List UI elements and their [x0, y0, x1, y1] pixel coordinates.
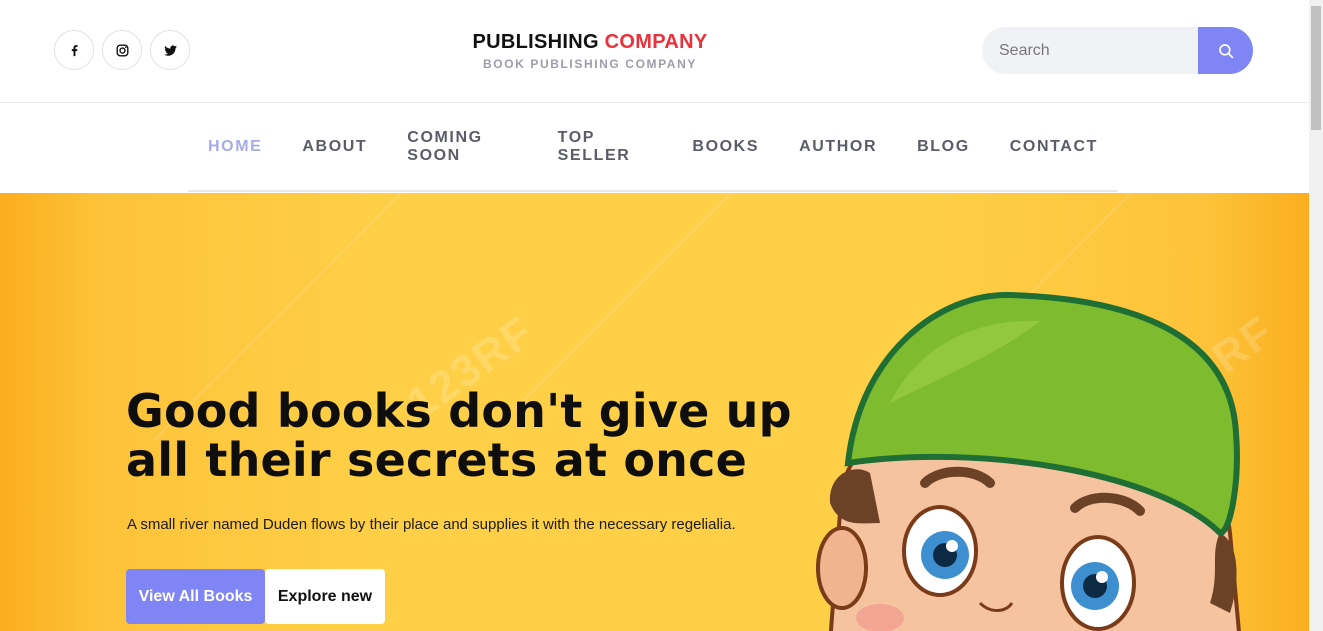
search-box [982, 27, 1253, 74]
nav-item-author[interactable]: AUTHOR [779, 103, 897, 190]
hero-title: Good books don't give up all their secre… [126, 387, 826, 485]
page-scrollbar[interactable] [1309, 0, 1323, 631]
explore-new-button[interactable]: Explore new [265, 569, 385, 624]
search-icon [1218, 43, 1233, 58]
scrollbar-thumb[interactable] [1311, 6, 1321, 130]
hero-title-line-2: all their secrets at once [126, 433, 747, 487]
cartoon-boy-illustration [816, 291, 1241, 631]
nav-item-contact[interactable]: CONTACT [990, 103, 1118, 190]
nav-item-books[interactable]: BOOKS [672, 103, 779, 190]
nav-item-about[interactable]: ABOUT [282, 103, 387, 190]
brand-name-main: PUBLISHING [472, 31, 599, 53]
top-header: PUBLISHING COMPANY BOOK PUBLISHING COMPA… [0, 0, 1309, 103]
view-all-books-button[interactable]: View All Books [126, 569, 265, 624]
hero-banner: 123RF 123RF Good books don't give up all… [0, 193, 1309, 631]
brand-name-accent: COMPANY [604, 31, 708, 53]
background-line [513, 193, 769, 411]
nav-item-top-seller[interactable]: TOP SELLER [538, 103, 673, 190]
hero-title-line-1: Good books don't give up [126, 384, 792, 438]
nav-item-blog[interactable]: BLOG [897, 103, 990, 190]
nav-item-home[interactable]: HOME [188, 103, 282, 190]
nav-item-coming-soon[interactable]: COMING SOON [387, 103, 537, 190]
nav-list: HOME ABOUT COMING SOON TOP SELLER BOOKS … [188, 103, 1118, 192]
main-nav: HOME ABOUT COMING SOON TOP SELLER BOOKS … [0, 103, 1309, 192]
search-input[interactable] [982, 27, 1198, 74]
search-button[interactable] [1198, 27, 1253, 74]
hero-subtitle: A small river named Duden flows by their… [127, 516, 736, 533]
